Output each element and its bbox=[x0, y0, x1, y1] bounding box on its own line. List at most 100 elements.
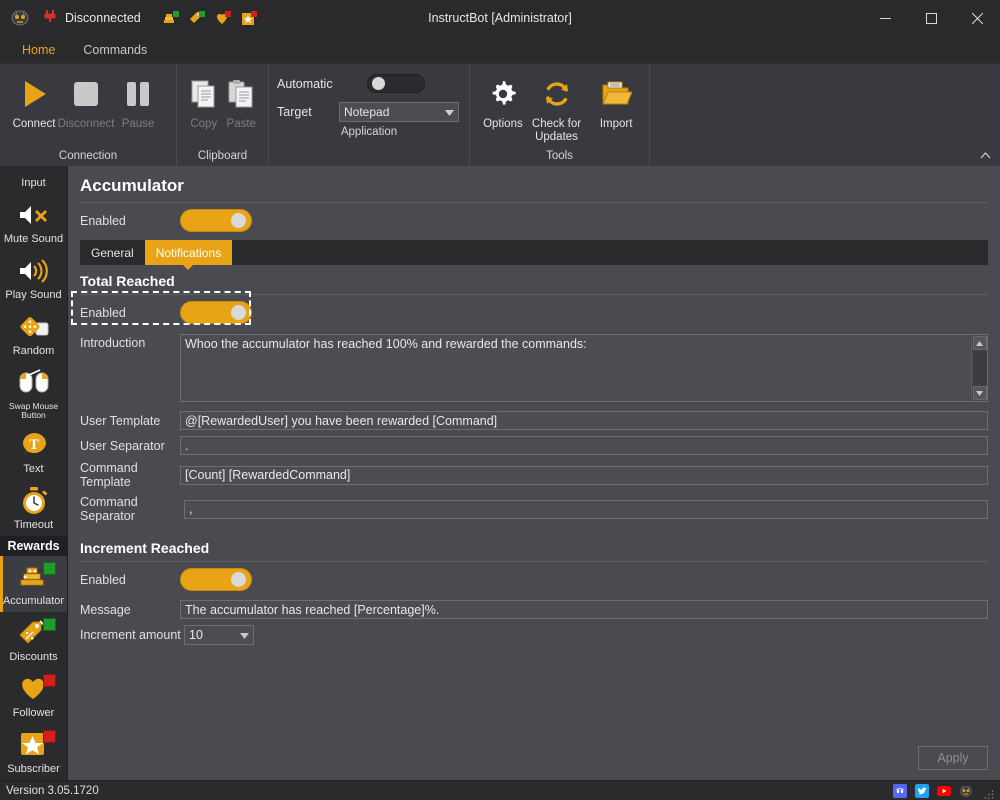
sidebar-item-discounts[interactable]: Discounts bbox=[0, 612, 67, 668]
settings-tab-strip: General Notifications bbox=[80, 240, 988, 266]
chevron-up-icon[interactable] bbox=[976, 146, 994, 164]
connect-button-label: Connect bbox=[12, 118, 56, 130]
window-controls bbox=[862, 0, 1000, 36]
ribbon-group-clipboard: Copy Paste Clipboard bbox=[176, 64, 268, 167]
tab-notifications[interactable]: Notifications bbox=[144, 240, 233, 266]
disconnect-button[interactable]: Disconnect bbox=[58, 70, 114, 133]
minimize-button[interactable] bbox=[862, 0, 908, 36]
sidebar-item-play-sound[interactable]: Play Sound bbox=[0, 250, 67, 306]
sidebar-item-text[interactable]: T Text bbox=[0, 424, 67, 480]
qat-discounts-icon[interactable] bbox=[189, 10, 206, 27]
connection-status[interactable]: Disconnected bbox=[36, 8, 147, 29]
sidebar-item-random[interactable]: Random bbox=[0, 306, 67, 362]
close-button[interactable] bbox=[954, 0, 1000, 36]
apply-button[interactable]: Apply bbox=[918, 746, 988, 770]
qat-follower-icon[interactable] bbox=[215, 10, 232, 27]
sidebar-item-input[interactable]: Input bbox=[0, 166, 67, 194]
accumulator-enabled-label: Enabled bbox=[80, 213, 126, 228]
increment-enabled-toggle[interactable] bbox=[180, 568, 252, 592]
import-button-label: Import bbox=[599, 118, 633, 130]
youtube-icon[interactable] bbox=[936, 783, 951, 798]
qat-accumulator-icon[interactable] bbox=[163, 10, 180, 27]
ribbon-tab-commands[interactable]: Commands bbox=[69, 36, 161, 63]
command-template-input[interactable]: [Count] [RewardedCommand] bbox=[180, 465, 988, 485]
introduction-textarea-value: Whoo the accumulator has reached 100% an… bbox=[185, 337, 587, 352]
total-reached-section-title: Total Reached bbox=[80, 273, 175, 290]
options-button[interactable]: Options bbox=[478, 70, 528, 133]
command-separator-input[interactable]: , bbox=[184, 499, 988, 519]
increment-enabled-row: Enabled bbox=[68, 562, 1000, 597]
content-panel: Accumulator Enabled General Notification… bbox=[68, 166, 1000, 780]
resize-grip-icon[interactable] bbox=[984, 786, 994, 799]
increment-amount-value: 10 bbox=[189, 628, 203, 643]
sidebar[interactable]: Input Mute Sound Play Sound Random Swap … bbox=[0, 166, 68, 780]
ribbon-tab-home[interactable]: Home bbox=[8, 36, 69, 63]
subscriber-status-badge bbox=[42, 729, 56, 743]
sidebar-item-mute-sound[interactable]: Mute Sound bbox=[0, 194, 67, 250]
increment-enabled-toggle-knob bbox=[231, 572, 246, 588]
total-reached-enabled-toggle[interactable] bbox=[180, 301, 252, 325]
heart-icon bbox=[18, 672, 56, 706]
increment-message-row: Message The accumulator has reached [Per… bbox=[68, 597, 1000, 622]
automatic-toggle[interactable] bbox=[367, 74, 425, 93]
sidebar-item-mute-sound-label: Mute Sound bbox=[3, 233, 64, 246]
sidebar-item-text-label: Text bbox=[23, 463, 44, 476]
content-scroll-area: Accumulator Enabled General Notification… bbox=[68, 166, 1000, 736]
sidebar-item-discounts-label: Discounts bbox=[9, 651, 58, 664]
user-template-input[interactable]: @[RewardedUser] you have been rewarded [… bbox=[180, 411, 988, 431]
twitter-icon[interactable] bbox=[914, 783, 929, 798]
status-bar: Version 3.05.1720 bbox=[0, 780, 1000, 800]
instructbot-logo-icon bbox=[6, 4, 34, 32]
pause-button[interactable]: Pause bbox=[112, 70, 164, 133]
ribbon-group-clipboard-label: Clipboard bbox=[197, 150, 248, 163]
scroll-up-icon[interactable] bbox=[972, 336, 987, 351]
check-updates-button[interactable]: Check for Updates bbox=[528, 70, 585, 146]
paste-button[interactable]: Paste bbox=[223, 70, 261, 133]
plug-disconnected-icon bbox=[42, 8, 58, 29]
speaker-mute-icon bbox=[17, 198, 51, 232]
follower-status-badge bbox=[42, 673, 56, 687]
introduction-row: Introduction Whoo the accumulator has re… bbox=[68, 330, 1000, 408]
qat-subscriber-icon[interactable] bbox=[241, 10, 258, 27]
sidebar-item-follower[interactable]: Follower bbox=[0, 668, 67, 724]
ribbon-group-empty bbox=[649, 64, 1000, 167]
introduction-scrollbar[interactable] bbox=[971, 335, 987, 402]
increment-amount-select[interactable]: 10 bbox=[184, 625, 254, 646]
discord-icon[interactable] bbox=[892, 783, 907, 798]
connect-button[interactable]: Connect bbox=[8, 70, 60, 133]
pause-button-label: Pause bbox=[121, 118, 155, 130]
ribbon-group-connection-label: Connection bbox=[58, 150, 118, 163]
gear-icon bbox=[487, 73, 519, 115]
sidebar-item-random-label: Random bbox=[12, 345, 55, 358]
increment-amount-row: Increment amount 10 bbox=[68, 622, 1000, 651]
total-reached-enabled-label: Enabled bbox=[80, 305, 126, 320]
instructbot-logo-icon[interactable] bbox=[958, 783, 973, 798]
target-select[interactable]: Notepad bbox=[339, 102, 459, 122]
accumulator-enabled-toggle[interactable] bbox=[180, 209, 252, 233]
sidebar-item-accumulator[interactable]: Accumulator bbox=[0, 555, 67, 612]
paste-icon bbox=[225, 73, 257, 115]
sidebar-item-subscriber-label: Subscriber bbox=[7, 763, 60, 776]
paste-button-label: Paste bbox=[226, 118, 256, 130]
ribbon-tab-strip: Home Commands bbox=[0, 36, 1000, 63]
increment-message-input[interactable]: The accumulator has reached [Percentage]… bbox=[180, 600, 988, 620]
copy-button[interactable]: Copy bbox=[185, 70, 223, 133]
increment-enabled-label: Enabled bbox=[80, 572, 126, 587]
sidebar-item-timeout[interactable]: Timeout bbox=[0, 480, 67, 536]
sidebar-item-swap-mouse-button[interactable]: Swap Mouse Button bbox=[0, 362, 67, 424]
scrollbar-track[interactable] bbox=[972, 350, 987, 387]
dice-icon bbox=[17, 310, 51, 344]
introduction-textarea[interactable]: Whoo the accumulator has reached 100% an… bbox=[180, 334, 988, 403]
target-label: Target bbox=[277, 105, 312, 119]
maximize-button[interactable] bbox=[908, 0, 954, 36]
connection-status-label: Disconnected bbox=[65, 11, 141, 25]
tab-general[interactable]: General bbox=[80, 240, 145, 265]
status-bar-icons bbox=[892, 783, 994, 799]
user-separator-input[interactable]: . bbox=[180, 436, 988, 456]
title-bar: Disconnected InstructBot [Administrator] bbox=[0, 0, 1000, 36]
accumulator-icon bbox=[18, 560, 56, 594]
sidebar-item-subscriber[interactable]: Subscriber bbox=[0, 724, 67, 780]
scroll-down-icon[interactable] bbox=[972, 386, 987, 401]
import-button[interactable]: Import bbox=[591, 70, 641, 133]
command-template-label: Command Template bbox=[80, 461, 138, 490]
